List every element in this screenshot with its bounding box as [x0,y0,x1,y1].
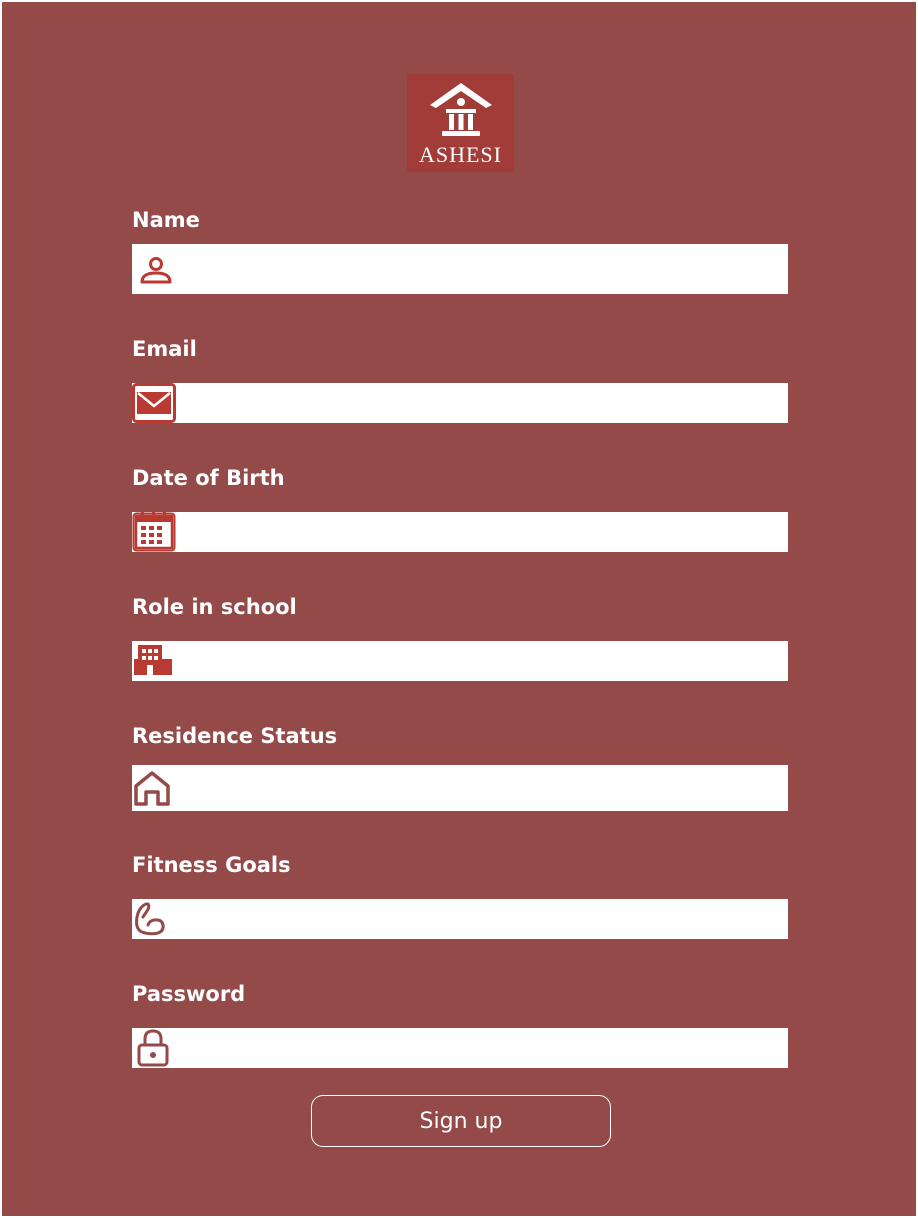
role-field[interactable] [132,640,788,682]
fitness-input[interactable] [176,898,788,940]
fitness-label: Fitness Goals [132,853,291,877]
person-icon [132,244,176,294]
residence-label: Residence Status [132,724,338,748]
residence-input[interactable] [176,764,788,812]
name-input[interactable] [176,243,788,295]
email-field[interactable] [132,382,788,424]
role-label: Role in school [132,595,297,619]
email-input[interactable] [176,382,788,424]
lock-icon [132,1028,176,1068]
temple-icon [429,83,492,136]
building-icon [132,641,176,681]
name-label: Name [132,208,200,232]
dob-label: Date of Birth [132,466,285,490]
password-label: Password [132,982,246,1006]
flexed-arm-icon [132,899,176,939]
dob-field[interactable] [132,511,788,553]
role-input[interactable] [176,640,788,682]
calendar-icon [132,512,176,552]
sign-up-button[interactable]: Sign up [311,1095,611,1147]
email-label: Email [132,337,197,361]
ashesi-logo: ASHESI [407,74,514,172]
envelope-icon [132,383,176,423]
residence-field[interactable] [132,764,788,812]
password-field[interactable] [132,1027,788,1069]
home-icon [132,765,176,811]
password-input[interactable] [176,1027,788,1069]
logo-text: ASHESI [418,142,502,167]
signup-form-panel: ASHESI Name Email Date of Birth Role in … [2,2,916,1216]
fitness-field[interactable] [132,898,788,940]
name-field[interactable] [132,243,788,295]
dob-input[interactable] [176,511,788,553]
